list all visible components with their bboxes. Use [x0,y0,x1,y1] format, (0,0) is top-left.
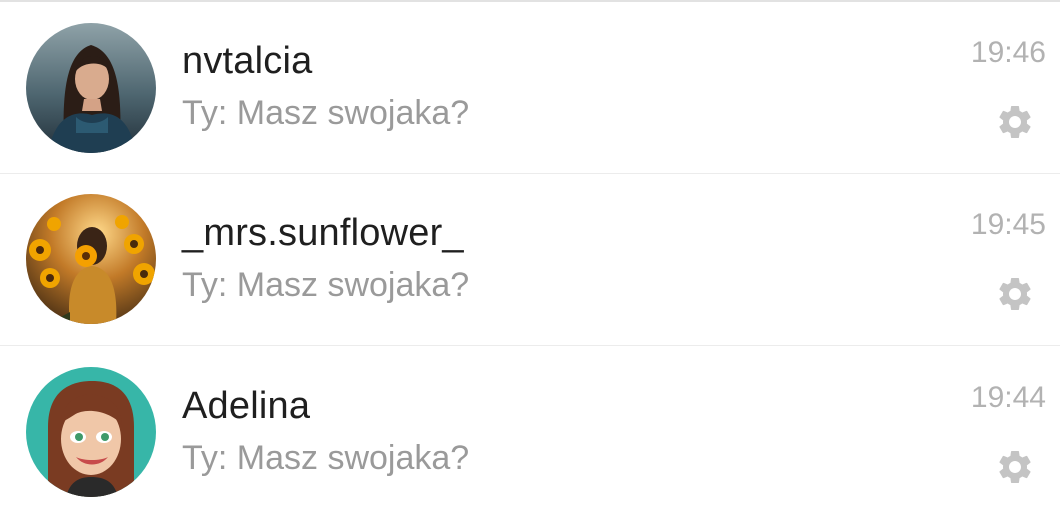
gear-icon[interactable] [995,102,1035,142]
message-preview: Ty: Masz swojaka? [182,266,470,304]
gear-icon[interactable] [995,274,1035,314]
contact-name: nvtalcia [182,40,313,82]
conversation-row[interactable]: Adelina Ty: Masz swojaka? 19:44 [0,347,1060,519]
avatar[interactable] [26,23,156,153]
gear-icon[interactable] [995,447,1035,487]
message-time: 19:46 [970,36,1046,69]
contact-name: _mrs.sunflower_ [182,212,464,254]
message-time: 19:44 [970,381,1046,414]
message-time: 19:45 [970,208,1046,241]
conversation-row[interactable]: _mrs.sunflower_ Ty: Masz swojaka? 19:45 [0,174,1060,346]
message-preview: Ty: Masz swojaka? [182,94,470,132]
contact-name: Adelina [182,385,311,427]
avatar[interactable] [26,194,156,324]
message-preview: Ty: Masz swojaka? [182,439,470,477]
avatar[interactable] [26,367,156,497]
conversation-row[interactable]: nvtalcia Ty: Masz swojaka? 19:46 [0,2,1060,174]
conversation-list: nvtalcia Ty: Masz swojaka? 19:46 _mrs.su… [0,0,1060,506]
